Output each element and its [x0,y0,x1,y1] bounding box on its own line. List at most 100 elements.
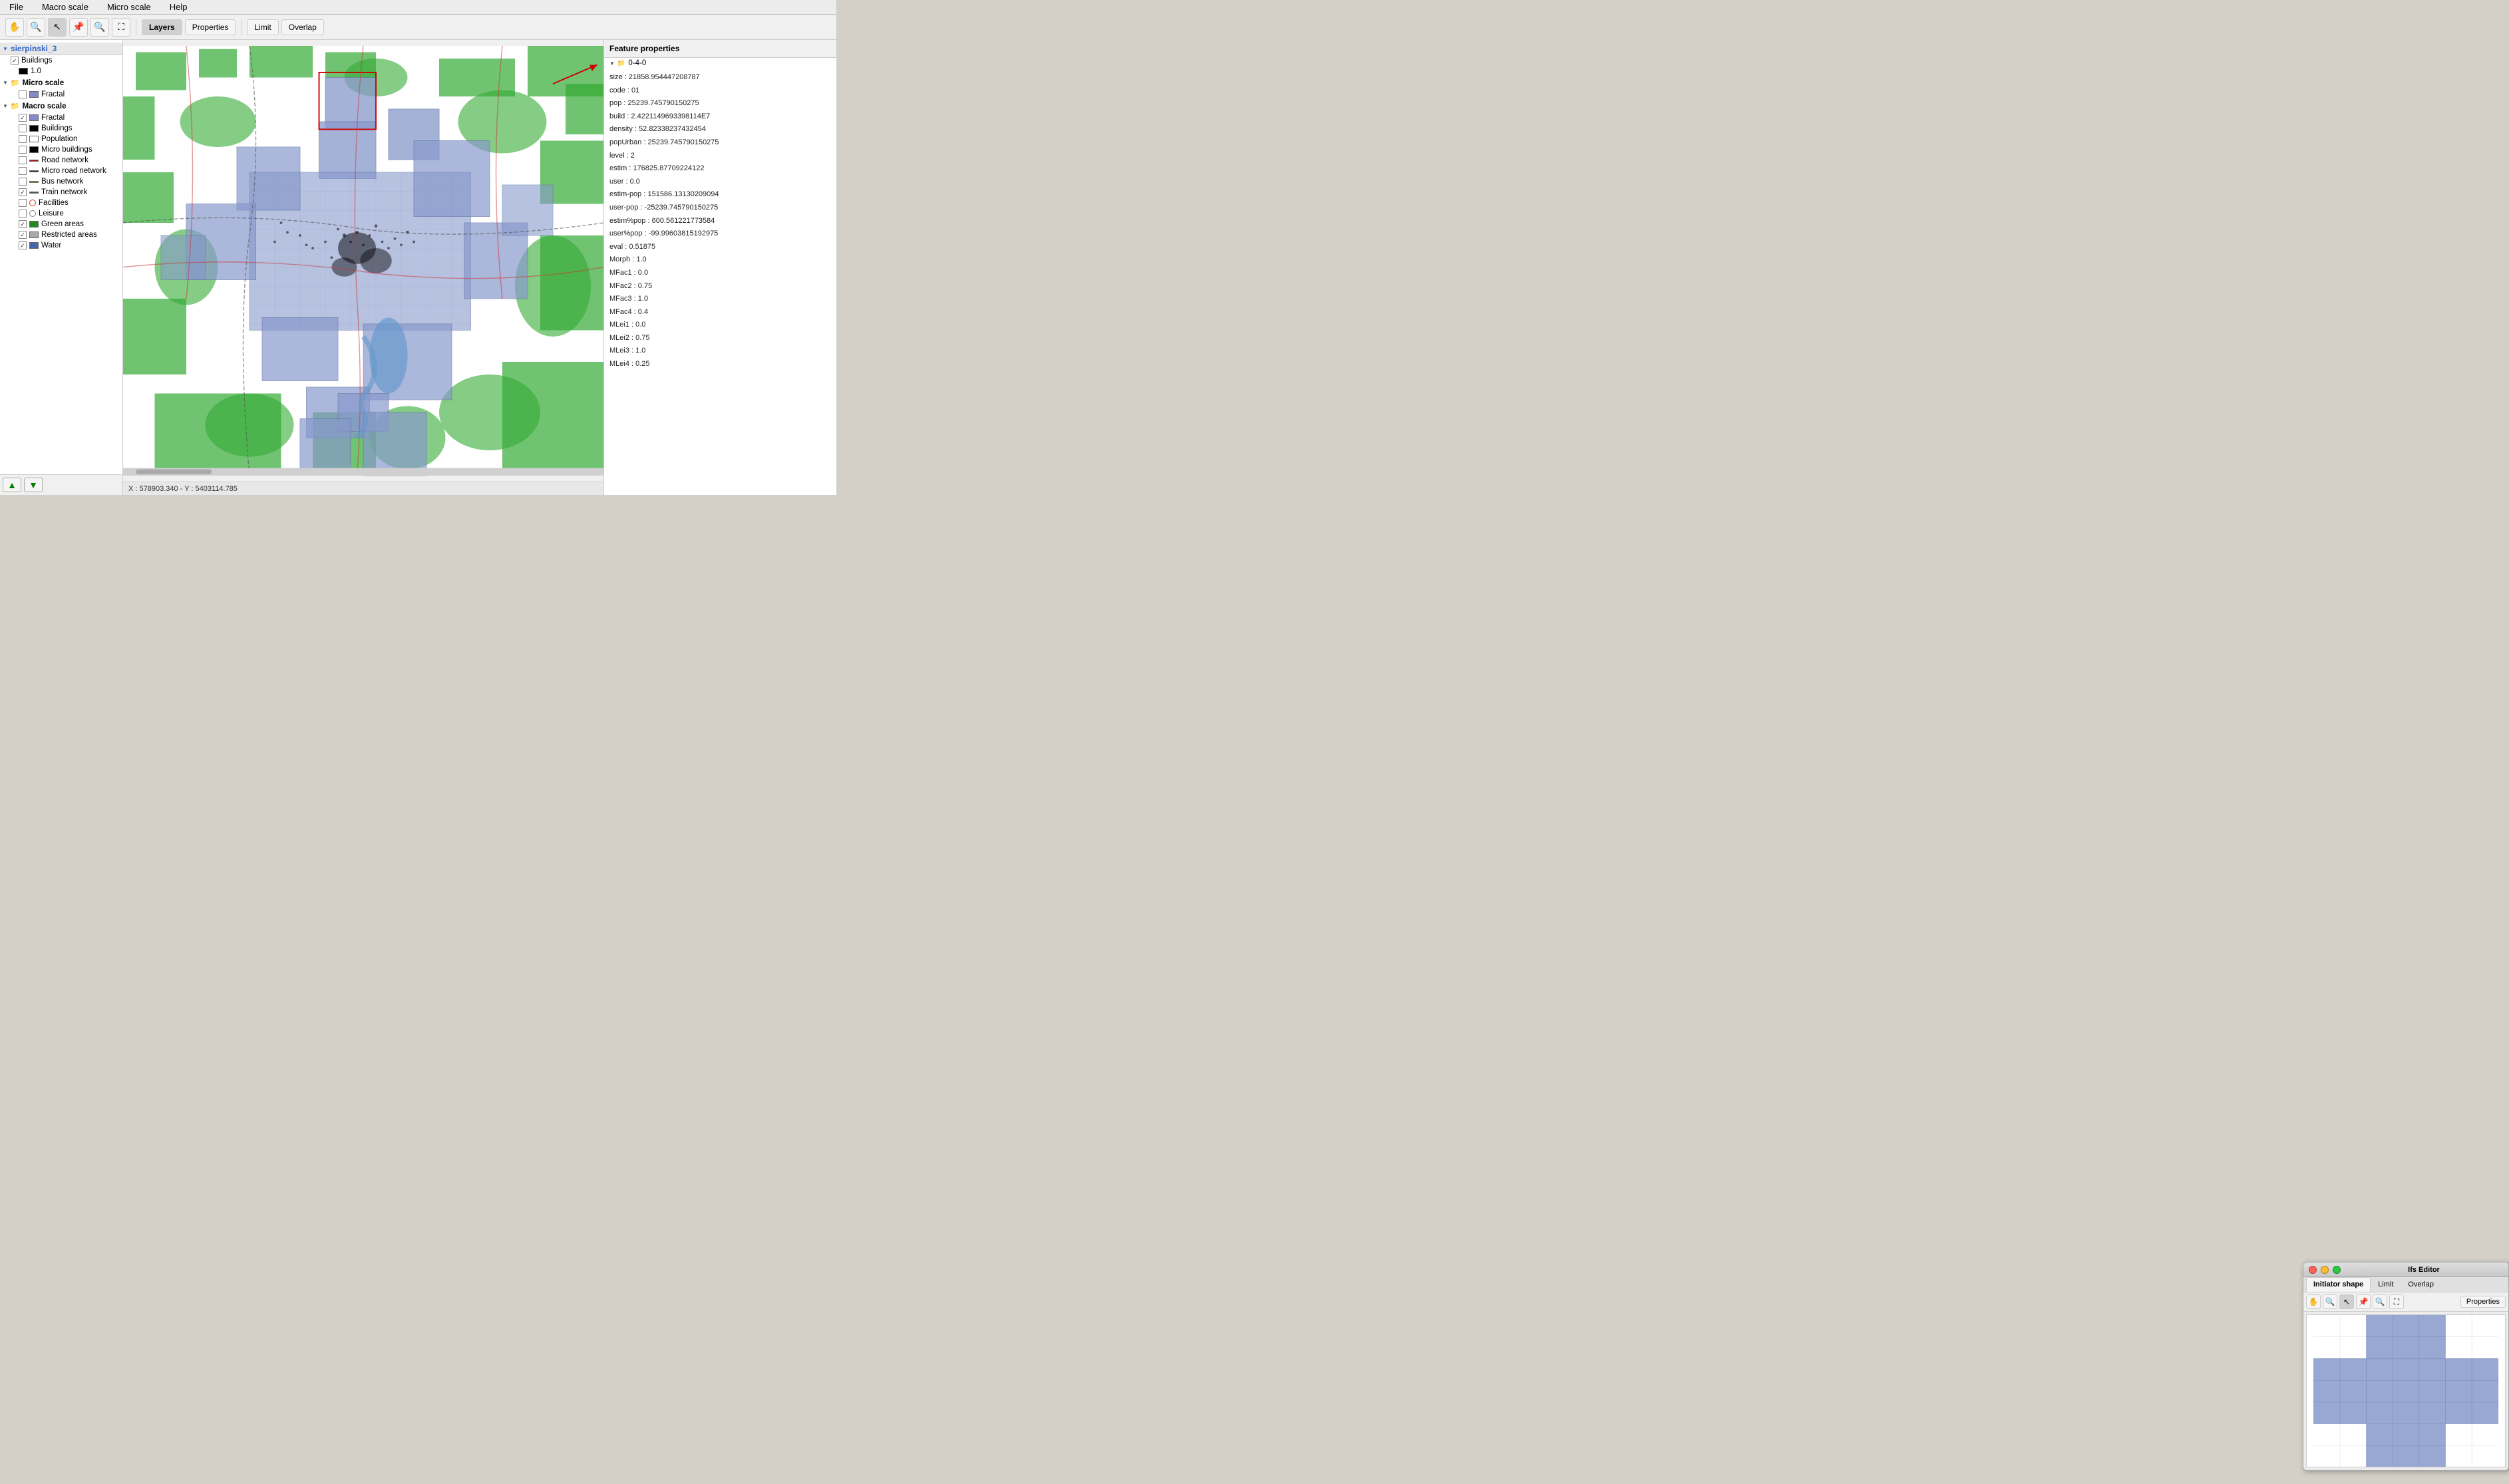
swatch-micro-buildings [29,146,39,153]
layer-macro-buildings[interactable]: Buildings [0,123,122,134]
btn-properties[interactable]: Properties [185,19,236,35]
checkbox-green-areas[interactable] [19,220,27,228]
layer-micro-road-network[interactable]: Micro road network [0,166,122,176]
prop-row: user%pop : -99.99603815192975 [609,227,831,241]
feature-tree-item[interactable]: ▼ 📁 0-4-0 [604,58,836,69]
swatch-population [29,136,39,142]
layer-restricted-areas[interactable]: Restricted areas [0,229,122,240]
btn-limit[interactable]: Limit [247,19,278,35]
tool-pin[interactable]: 📌 [69,18,88,37]
micro-road-network-label: Micro road network [41,167,106,175]
prop-row: estim-pop : 151586.13130209094 [609,188,831,202]
section-macro-scale[interactable]: ▼ 📁 Macro scale [0,100,122,112]
tool-zoom-out[interactable]: 🔍 [90,18,109,37]
buildings-value: 1.0 [31,67,41,75]
checkbox-population[interactable] [19,135,27,143]
checkbox-facilities[interactable] [19,199,27,207]
swatch-road-network [29,160,39,162]
btn-move-down[interactable]: ▼ [24,478,43,492]
micro-fractal-label: Fractal [41,90,65,98]
map-area[interactable]: X : 578903.340 - Y : 5403114.785 [123,40,603,495]
map-canvas [123,40,603,482]
layer-micro-buildings[interactable]: Micro buildings [0,144,122,155]
root-label: sierpinski_3 [11,44,57,53]
prop-row: MFac2 : 0.75 [609,280,831,293]
menu-macro-scale[interactable]: Macro scale [38,1,92,13]
layer-bus-network[interactable]: Bus network [0,176,122,187]
layer-population[interactable]: Population [0,134,122,144]
checkbox-macro-buildings[interactable] [19,124,27,132]
feature-props-title: Feature properties [609,44,679,53]
map-coordinates: X : 578903.340 - Y : 5403114.785 [128,485,238,493]
tool-select[interactable]: ↖ [48,18,67,37]
map-svg [123,40,603,482]
checkbox-leisure[interactable] [19,210,27,218]
checkbox-restricted-areas[interactable] [19,231,27,239]
layer-leisure[interactable]: Leisure [0,208,122,219]
prop-row: MLei1 : 0.0 [609,319,831,332]
leisure-label: Leisure [39,210,64,218]
checkbox-road-network[interactable] [19,156,27,164]
prop-row: pop : 25239.745790150275 [609,97,831,110]
macro-scale-label: Macro scale [23,102,67,110]
separator-2 [241,19,242,35]
prop-row: eval : 0.51875 [609,241,831,254]
prop-row: MLei4 : 0.25 [609,358,831,371]
tree-root[interactable]: ▼ sierpinski_3 [0,43,122,55]
micro-buildings-label: Micro buildings [41,146,92,154]
btn-layers[interactable]: Layers [142,19,182,35]
macro-buildings-label: Buildings [41,124,73,132]
swatch-leisure [29,210,36,217]
swatch-green-areas [29,221,39,227]
prop-row: build : 2.4221149693398114E7 [609,110,831,124]
checkbox-buildings[interactable] [11,57,19,65]
checkbox-train-network[interactable] [19,188,27,196]
layer-facilities[interactable]: Facilities [0,198,122,208]
layer-train-network[interactable]: Train network [0,187,122,198]
prop-row: MFac4 : 0.4 [609,306,831,319]
checkbox-macro-fractal[interactable] [19,114,27,122]
swatch-restricted-areas [29,231,39,238]
layer-buildings[interactable]: Buildings [0,55,122,66]
swatch-facilities [29,200,36,206]
btn-overlap[interactable]: Overlap [281,19,324,35]
train-network-label: Train network [41,188,87,196]
prop-row: density : 52.82338237432454 [609,123,831,136]
restricted-areas-label: Restricted areas [41,231,97,239]
layer-road-network[interactable]: Road network [0,155,122,166]
tool-zoom-in[interactable]: 🔍 [27,18,45,37]
swatch-macro-fractal [29,114,39,121]
prop-row: code : 01 [609,84,831,98]
props-list: size : 21858.954447208787code : 01pop : … [604,69,836,495]
checkbox-micro-road-network[interactable] [19,167,27,175]
menu-file[interactable]: File [5,1,27,13]
checkbox-micro-buildings[interactable] [19,146,27,154]
section-micro-scale[interactable]: ▼ 📁 Micro scale [0,76,122,89]
checkbox-micro-fractal[interactable] [19,90,27,98]
water-label: Water [41,241,61,249]
layer-water[interactable]: Water [0,240,122,251]
menu-help[interactable]: Help [166,1,192,13]
checkbox-water[interactable] [19,241,27,249]
population-label: Population [41,135,77,143]
macro-fractal-label: Fractal [41,114,65,122]
tool-fit[interactable]: ⛶ [112,18,130,37]
layer-micro-fractal[interactable]: Fractal [0,89,122,100]
layer-green-areas[interactable]: Green areas [0,219,122,229]
swatch-train-network [29,192,39,194]
main-content: ▼ sierpinski_3 Buildings 1.0 ▼ 📁 Micro s… [0,40,836,495]
facilities-label: Facilities [39,199,69,207]
swatch-micro-road-network [29,170,39,172]
checkbox-bus-network[interactable] [19,178,27,186]
btn-move-up[interactable]: ▲ [3,478,21,492]
layer-buildings-swatch: 1.0 [0,66,122,76]
layer-buildings-label: Buildings [21,57,53,65]
menu-micro-scale[interactable]: Micro scale [103,1,155,13]
road-network-label: Road network [41,156,88,164]
tool-pan[interactable]: ✋ [5,18,24,37]
bus-network-label: Bus network [41,178,83,186]
swatch-buildings [19,68,28,74]
prop-row: MFac1 : 0.0 [609,267,831,280]
layer-macro-fractal[interactable]: Fractal [0,112,122,123]
prop-row: Morph : 1.0 [609,253,831,267]
